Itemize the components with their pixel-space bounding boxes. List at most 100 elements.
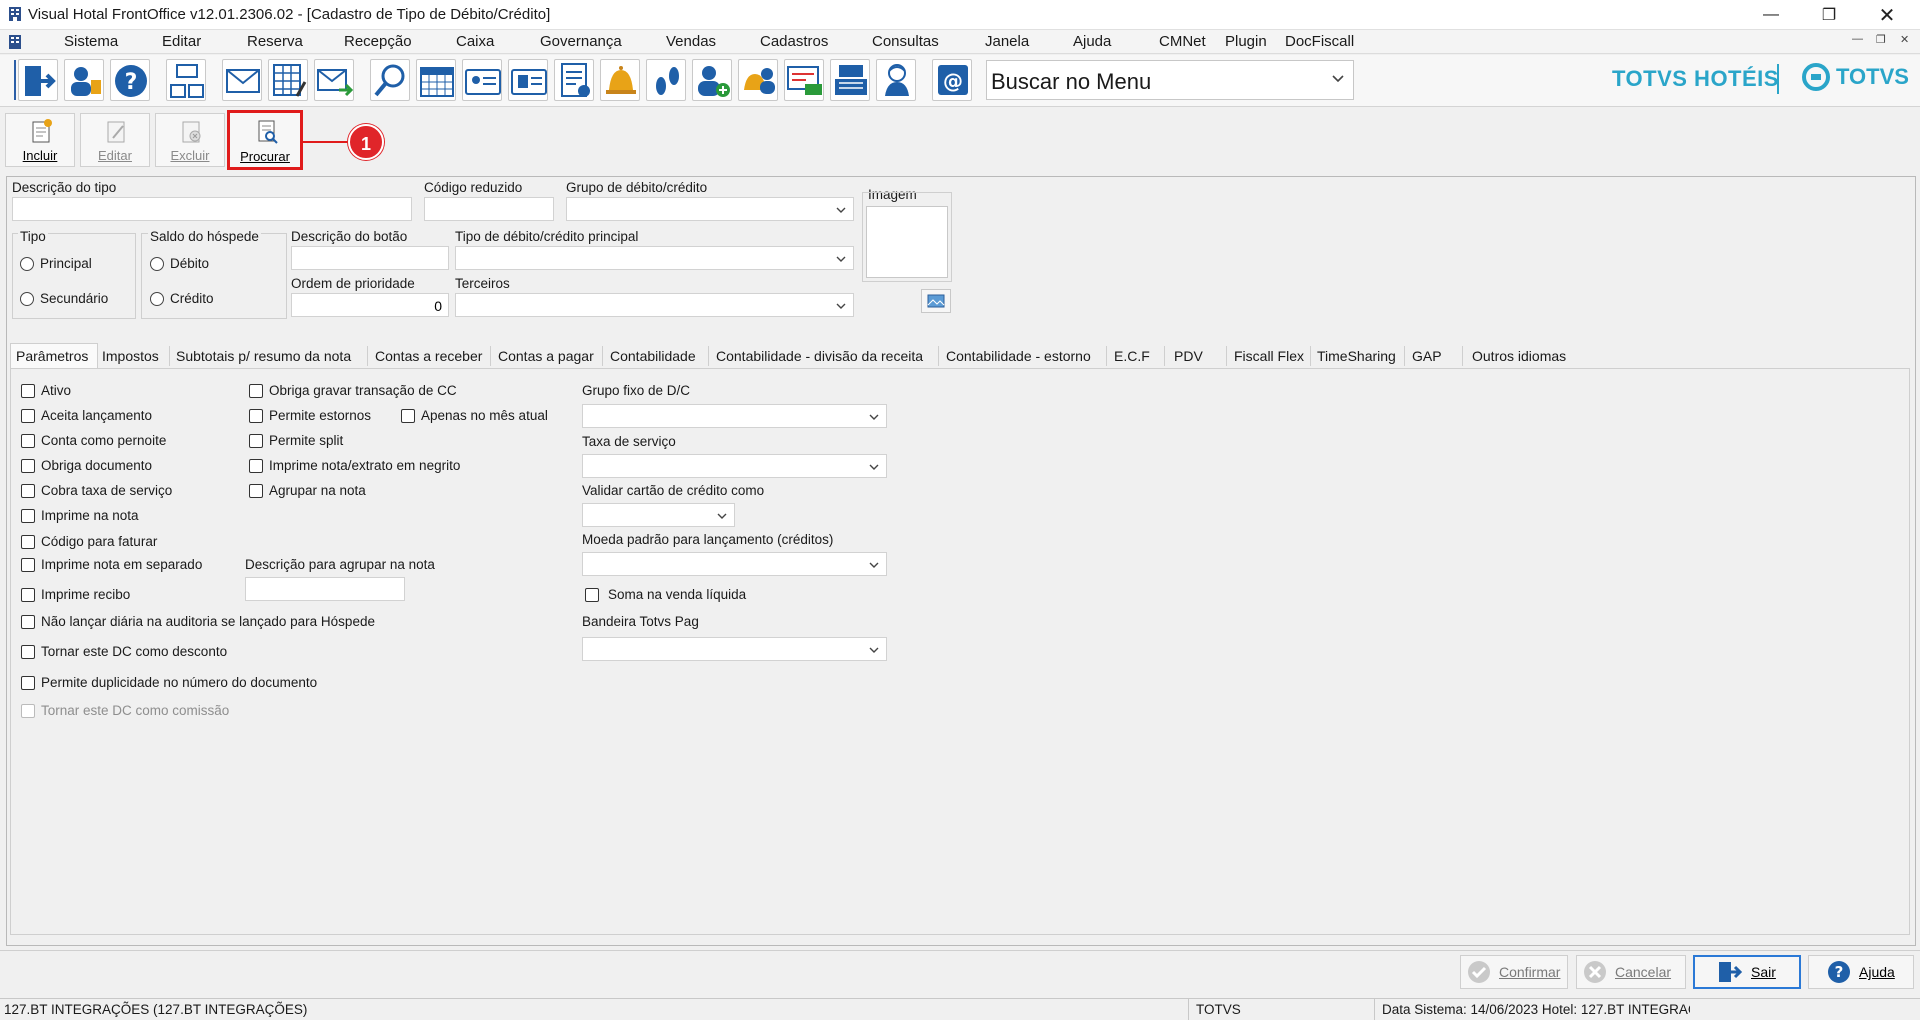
user-bell-icon[interactable] — [738, 59, 778, 101]
calendar-icon[interactable] — [416, 59, 456, 101]
footprints-icon[interactable] — [646, 59, 686, 101]
imprime-nota-checkbox[interactable] — [21, 509, 35, 523]
soma-venda-checkbox[interactable] — [585, 588, 599, 602]
tab-contabilidade-divisao[interactable]: Contabilidade - divisão da receita — [716, 348, 923, 364]
mdi-close-button[interactable]: ✕ — [1900, 33, 1909, 46]
tipo-secundario-radio[interactable] — [20, 292, 34, 306]
aceita-lancamento-checkbox[interactable] — [21, 409, 35, 423]
dc-desconto-checkbox[interactable] — [21, 645, 35, 659]
report-icon[interactable] — [554, 59, 594, 101]
menu-reserva[interactable]: Reserva — [247, 33, 303, 50]
tab-contabilidade[interactable]: Contabilidade — [610, 348, 696, 364]
tab-outros-idiomas[interactable]: Outros idiomas — [1472, 348, 1566, 364]
grupo-debito-credito-select[interactable] — [566, 197, 854, 221]
layout-icon[interactable] — [166, 59, 206, 101]
menu-governanca[interactable]: Governança — [540, 33, 622, 50]
grupo-fixo-select[interactable] — [582, 404, 887, 428]
tab-gap[interactable]: GAP — [1412, 348, 1442, 364]
menu-sistema[interactable]: Sistema — [64, 33, 118, 50]
tab-contas-receber[interactable]: Contas a receber — [375, 348, 482, 364]
moeda-padrao-select[interactable] — [582, 552, 887, 576]
menu-recepcao[interactable]: Recepção — [344, 33, 412, 50]
menu-docfiscall[interactable]: DocFiscall — [1285, 33, 1354, 50]
minimize-button[interactable]: — — [1742, 0, 1800, 30]
menu-cmnet[interactable]: CMNet — [1159, 33, 1206, 50]
validar-cartao-select[interactable] — [582, 503, 735, 527]
tab-ecf[interactable]: E.C.F — [1114, 348, 1150, 364]
tab-contas-pagar[interactable]: Contas a pagar — [498, 348, 594, 364]
exit-icon[interactable] — [18, 59, 58, 101]
menu-consultas[interactable]: Consultas — [872, 33, 939, 50]
nao-lancar-diaria-checkbox[interactable] — [21, 615, 35, 629]
menu-plugin[interactable]: Plugin — [1225, 33, 1267, 50]
grid-edit-icon[interactable] — [268, 59, 308, 101]
ordem-prioridade-input[interactable]: 0 — [291, 293, 449, 317]
ajuda-button[interactable]: ? Ajuda — [1808, 955, 1914, 989]
receptionist-icon[interactable] — [876, 59, 916, 101]
descricao-tipo-input[interactable] — [12, 197, 412, 221]
help-icon[interactable]: ? — [110, 59, 150, 101]
menu-cadastros[interactable]: Cadastros — [760, 33, 828, 50]
ativo-checkbox[interactable] — [21, 384, 35, 398]
cancelar-button[interactable]: Cancelar — [1576, 955, 1686, 989]
editar-button[interactable]: Editar — [80, 113, 150, 167]
tipo-principal-radio[interactable] — [20, 257, 34, 271]
obriga-transacao-cc-checkbox[interactable] — [249, 384, 263, 398]
saldo-credito-radio[interactable] — [150, 292, 164, 306]
users-icon[interactable] — [64, 59, 104, 101]
confirmar-button[interactable]: Confirmar — [1460, 955, 1568, 989]
codigo-faturar-checkbox[interactable] — [21, 535, 35, 549]
incluir-button[interactable]: Incluir — [5, 113, 75, 167]
close-button[interactable]: ✕ — [1858, 0, 1916, 30]
saldo-debito-radio[interactable] — [150, 257, 164, 271]
taxa-servico-select[interactable] — [582, 454, 887, 478]
permite-estornos-checkbox[interactable] — [249, 409, 263, 423]
codigo-reduzido-input[interactable] — [424, 197, 554, 221]
imprime-recibo-checkbox[interactable] — [21, 588, 35, 602]
mdi-minimize-button[interactable]: — — [1852, 33, 1863, 45]
tipo-principal-dc-select[interactable] — [455, 246, 854, 270]
descricao-botao-input[interactable] — [291, 246, 449, 270]
mdi-restore-button[interactable]: ❐ — [1876, 33, 1886, 46]
tab-fiscall-flex[interactable]: Fiscall Flex — [1234, 348, 1304, 364]
tab-parametros[interactable]: Parâmetros — [16, 348, 88, 364]
dc-comissao-checkbox[interactable] — [21, 704, 35, 718]
sair-button[interactable]: Sair — [1693, 955, 1801, 989]
conta-pernoite-checkbox[interactable] — [21, 434, 35, 448]
search-menu-combobox[interactable]: Buscar no Menu — [986, 60, 1354, 100]
cash-register-icon[interactable] — [830, 59, 870, 101]
procurar-button[interactable]: Procurar — [227, 110, 303, 170]
terceiros-select[interactable] — [455, 293, 854, 317]
cobra-taxa-servico-checkbox[interactable] — [21, 484, 35, 498]
permite-split-checkbox[interactable] — [249, 434, 263, 448]
card-photo-icon[interactable] — [508, 59, 548, 101]
money-screen-icon[interactable] — [784, 59, 824, 101]
menu-vendas[interactable]: Vendas — [666, 33, 716, 50]
permite-duplicidade-checkbox[interactable] — [21, 676, 35, 690]
mail-send-icon[interactable] — [314, 59, 354, 101]
imprime-negrito-checkbox[interactable] — [249, 459, 263, 473]
agrupar-nota-checkbox[interactable] — [249, 484, 263, 498]
menu-caixa[interactable]: Caixa — [456, 33, 494, 50]
descricao-agrupar-input[interactable] — [245, 577, 405, 601]
menu-janela[interactable]: Janela — [985, 33, 1029, 50]
bandeira-select[interactable] — [582, 637, 887, 661]
chevron-down-icon[interactable] — [1331, 71, 1345, 85]
tab-subtotais[interactable]: Subtotais p/ resumo da nota — [176, 348, 351, 364]
menu-ajuda[interactable]: Ajuda — [1073, 33, 1111, 50]
restore-button[interactable]: ❐ — [1800, 0, 1858, 30]
excluir-button[interactable]: Excluir — [155, 113, 225, 167]
imprime-nota-separado-checkbox[interactable] — [21, 558, 35, 572]
mail-icon[interactable] — [222, 59, 262, 101]
add-user-icon[interactable] — [692, 59, 732, 101]
tab-pdv[interactable]: PDV — [1174, 348, 1203, 364]
menu-editar[interactable]: Editar — [162, 33, 201, 50]
apenas-mes-atual-checkbox[interactable] — [401, 409, 415, 423]
obriga-documento-checkbox[interactable] — [21, 459, 35, 473]
at-mail-icon[interactable]: @ — [932, 59, 972, 101]
tab-impostos[interactable]: Impostos — [102, 348, 159, 364]
bell-icon[interactable] — [600, 59, 640, 101]
card-icon[interactable] — [462, 59, 502, 101]
search-icon[interactable] — [370, 59, 410, 101]
tab-contabilidade-estorno[interactable]: Contabilidade - estorno — [946, 348, 1091, 364]
